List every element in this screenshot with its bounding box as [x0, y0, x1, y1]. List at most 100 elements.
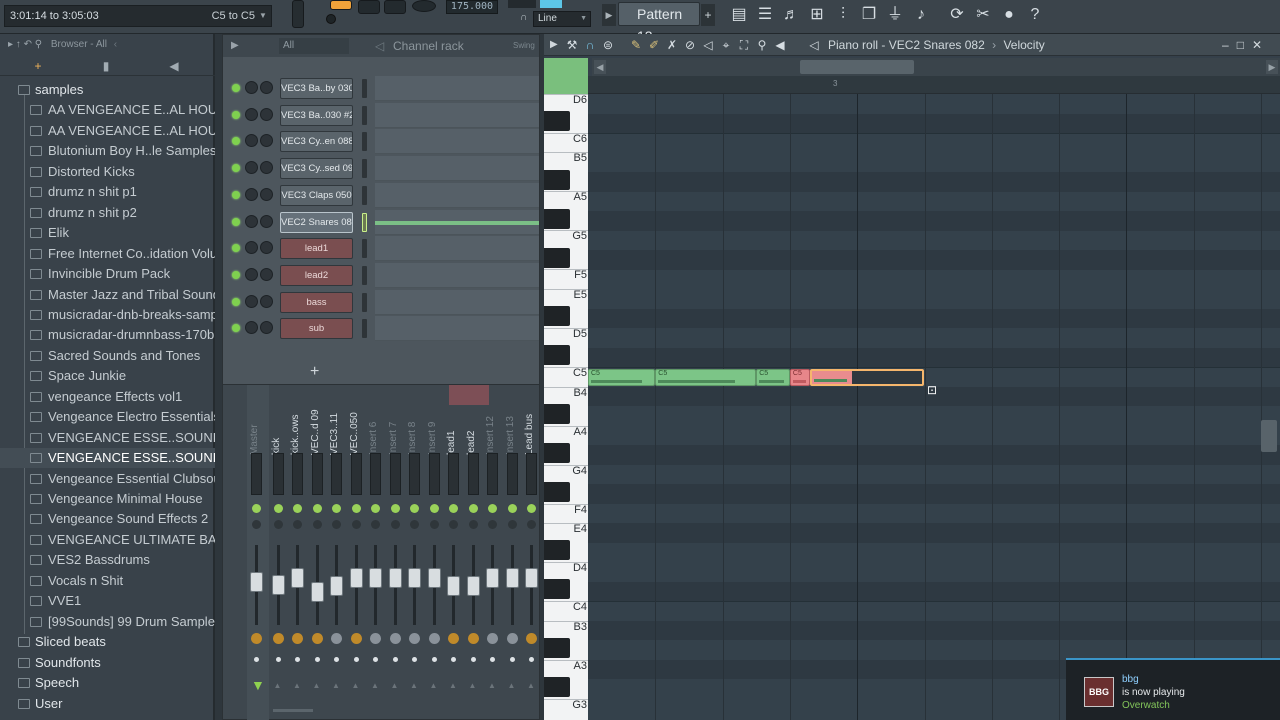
pan-knob[interactable]: [487, 633, 498, 644]
plugin-icon[interactable]: ⏚: [884, 3, 906, 27]
mixer-strip[interactable]: Insert 7 ▲: [386, 385, 405, 720]
pan-knob[interactable]: [448, 633, 459, 644]
piano-black-key[interactable]: [544, 443, 570, 463]
strip-fx-led[interactable]: [488, 520, 497, 529]
channel-mute-led[interactable]: [232, 137, 240, 146]
delete-icon[interactable]: ✗: [664, 37, 680, 53]
mixer-strip[interactable]: Insert 9 ▲: [425, 385, 444, 720]
channel-volume-knob[interactable]: [260, 134, 273, 148]
channel-steps[interactable]: [375, 129, 539, 155]
browser-item[interactable]: Vengeance Sound Effects 2: [0, 509, 215, 529]
mixer-strip[interactable]: lead1 ▲: [444, 385, 463, 720]
strip-fx-led[interactable]: [449, 520, 458, 529]
strip-enable-led[interactable]: [252, 504, 261, 513]
channel-steps[interactable]: [375, 289, 539, 315]
strip-fx-led[interactable]: [293, 520, 302, 529]
route-arrow-icon[interactable]: ▲: [391, 681, 399, 690]
pan-knob[interactable]: [251, 633, 262, 644]
master-volume-slider[interactable]: [292, 0, 304, 28]
mic-icon[interactable]: ●: [998, 3, 1020, 27]
stereo-dot[interactable]: [470, 657, 476, 662]
route-arrow-icon[interactable]: ▲: [410, 681, 418, 690]
channel-pan-knob[interactable]: [245, 81, 258, 94]
volume-fader[interactable]: [330, 576, 343, 597]
plus-icon[interactable]: +: [4, 56, 72, 76]
midi-note[interactable]: C5: [789, 369, 811, 386]
browser-item[interactable]: VVE1: [0, 591, 215, 611]
channel-button[interactable]: VEC3 Ba..by 030: [280, 78, 353, 99]
volume-fader[interactable]: [310, 582, 324, 603]
channel-button[interactable]: bass: [280, 291, 353, 313]
midi-note[interactable]: C5: [655, 369, 757, 386]
midi-note[interactable]: C5: [588, 369, 656, 386]
stereo-dot[interactable]: [353, 657, 359, 662]
volume-fader[interactable]: [466, 576, 480, 597]
volume-fader[interactable]: [250, 572, 263, 592]
strip-fx-led[interactable]: [312, 520, 322, 529]
slice-icon[interactable]: ◁: [700, 37, 716, 53]
channel-steps[interactable]: [375, 262, 539, 288]
channel-select-bar[interactable]: [362, 79, 367, 98]
channel-select-bar[interactable]: [362, 212, 367, 232]
add-channel-button[interactable]: +: [310, 363, 319, 381]
strip-enable-led[interactable]: [293, 504, 302, 513]
stereo-dot[interactable]: [275, 657, 281, 662]
browser-item[interactable]: Master Jazz and Tribal SoundPack: [0, 285, 215, 305]
scroll-left-icon[interactable]: ◀: [594, 60, 606, 74]
mixer-strip[interactable]: Insert 12 ▲: [483, 385, 502, 720]
play-button[interactable]: [358, 0, 380, 14]
pan-knob[interactable]: [409, 633, 420, 644]
browser-item[interactable]: samples: [0, 80, 215, 100]
add-pattern-button[interactable]: +: [701, 4, 715, 26]
pan-knob[interactable]: [467, 633, 479, 644]
browser-item[interactable]: drumz n shit p2: [0, 203, 215, 223]
channel-select-bar[interactable]: [362, 319, 367, 339]
channel-button[interactable]: VEC3 Ba..030 #2: [280, 104, 353, 126]
note-grid[interactable]: C5 C5 C5 C5: [588, 94, 1280, 720]
minimize-icon[interactable]: –: [1222, 38, 1237, 52]
browser-item[interactable]: Space Junkie: [0, 366, 215, 386]
mixer-strip[interactable]: lead2 ▲: [464, 385, 483, 720]
wrench-icon[interactable]: ⚒: [564, 37, 580, 53]
volume-fader[interactable]: [408, 567, 421, 588]
hint-menu-icon[interactable]: ▼: [259, 6, 267, 26]
channel-pan-knob[interactable]: [245, 321, 258, 335]
strip-fx-led[interactable]: [273, 520, 283, 529]
browser-item[interactable]: Soundfonts: [0, 653, 215, 673]
mixer-strip[interactable]: Insert 6 ▲: [366, 385, 385, 720]
stereo-dot[interactable]: [373, 657, 378, 662]
channel-mute-led[interactable]: [232, 84, 240, 92]
vertical-scrollbar[interactable]: [1258, 94, 1280, 720]
piano-black-key[interactable]: [544, 248, 570, 268]
volume-fader[interactable]: [271, 575, 285, 595]
stereo-dot[interactable]: [490, 657, 495, 662]
mixer-strip[interactable]: kick..ows ▲: [288, 385, 307, 720]
channel-mute-led[interactable]: [232, 297, 240, 306]
volume-fader[interactable]: [447, 576, 460, 597]
mixer-strip[interactable]: VEC..050 ▲: [347, 385, 366, 720]
channel-steps[interactable]: [375, 316, 539, 342]
strip-enable-led[interactable]: [468, 504, 478, 513]
channel-mute-led[interactable]: [232, 324, 240, 333]
channel-volume-knob[interactable]: [260, 294, 273, 308]
pattern-song-toggle[interactable]: [330, 0, 352, 10]
scroll-thumb[interactable]: [800, 60, 914, 74]
channel-pan-knob[interactable]: [245, 107, 258, 121]
stereo-dot[interactable]: [254, 657, 259, 662]
route-arrow-icon[interactable]: ▲: [508, 681, 516, 690]
channel-volume-knob[interactable]: [260, 161, 273, 175]
piano-black-key[interactable]: [544, 638, 570, 658]
pan-knob[interactable]: [272, 633, 284, 644]
stereo-dot[interactable]: [529, 657, 534, 662]
channel-mute-led[interactable]: [232, 270, 240, 279]
browser-item[interactable]: Free Internet Co..idation Volume 1: [0, 244, 215, 264]
channel-button[interactable]: VEC3 Claps 050: [280, 184, 353, 206]
play-icon[interactable]: ⊜: [600, 37, 616, 53]
route-arrow-icon[interactable]: ▲: [527, 681, 535, 690]
strip-fx-led[interactable]: [527, 520, 536, 529]
strip-fx-led[interactable]: [371, 520, 380, 529]
strip-fx-led[interactable]: [468, 520, 478, 529]
maximize-icon[interactable]: □: [1237, 38, 1252, 52]
strip-fx-led[interactable]: [252, 520, 261, 529]
browser-item[interactable]: Vocals n Shit: [0, 571, 215, 591]
